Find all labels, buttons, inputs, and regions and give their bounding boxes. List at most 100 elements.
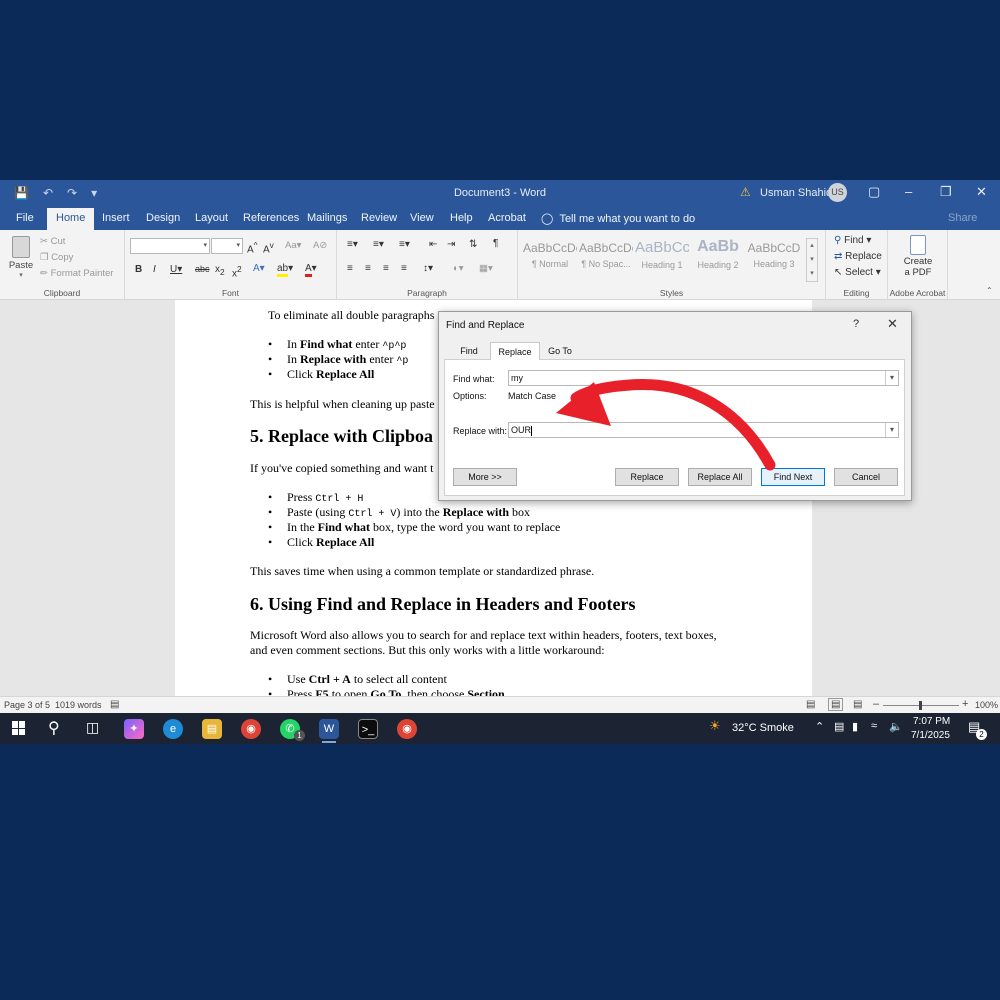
weather-text[interactable]: 32°C Smoke xyxy=(732,722,794,734)
dialog-tab-find[interactable]: Find xyxy=(454,342,484,360)
justify-icon[interactable]: ≡ xyxy=(401,263,407,274)
warning-icon[interactable]: ⚠ xyxy=(740,185,751,199)
subscript-icon[interactable]: x2 xyxy=(215,264,225,277)
sort-icon[interactable]: ⇅ xyxy=(469,239,477,250)
style-normal[interactable]: AaBbCcDc ¶ Normal xyxy=(523,238,577,282)
cut-button[interactable]: ✂ Cut xyxy=(40,236,65,247)
select-button[interactable]: ↖ Select ▾ xyxy=(834,267,881,278)
dialog-tab-goto[interactable]: Go To xyxy=(545,342,575,360)
paste-button[interactable]: Paste ▾ xyxy=(8,236,34,279)
show-marks-icon[interactable]: ¶ xyxy=(493,238,498,249)
align-right-icon[interactable]: ≡ xyxy=(383,263,389,274)
copilot-icon[interactable]: ✦ xyxy=(124,719,144,739)
change-case-icon[interactable]: Aa▾ xyxy=(285,240,301,251)
clock-date[interactable]: 7/1/2025 xyxy=(911,730,950,741)
task-view-icon[interactable]: ◫ xyxy=(86,719,99,736)
cancel-button[interactable]: Cancel xyxy=(834,468,898,486)
bold-icon[interactable]: B xyxy=(135,264,142,275)
underline-icon[interactable]: U▾ xyxy=(170,264,182,275)
tray-app-icon[interactable]: ▤ xyxy=(834,720,844,733)
shading-icon[interactable]: ◐▾ xyxy=(453,263,464,274)
minimize-icon[interactable]: – xyxy=(905,184,912,199)
clock-time[interactable]: 7:07 PM xyxy=(913,716,950,727)
file-explorer-icon[interactable]: ▤ xyxy=(202,719,222,739)
battery-icon[interactable]: ▮ xyxy=(852,720,858,733)
edge-icon[interactable]: e xyxy=(163,719,183,739)
decrease-indent-icon[interactable]: ⇤ xyxy=(429,239,437,250)
replace-button[interactable]: Replace xyxy=(615,468,679,486)
wifi-icon[interactable]: ≈ xyxy=(871,720,877,732)
tab-design[interactable]: Design xyxy=(146,212,180,224)
numbering-icon[interactable]: ≡▾ xyxy=(373,239,384,250)
increase-indent-icon[interactable]: ⇥ xyxy=(447,239,455,250)
create-pdf-button[interactable]: Create a PDF xyxy=(894,235,942,278)
tab-layout[interactable]: Layout xyxy=(195,212,228,224)
restore-icon[interactable]: ❐ xyxy=(940,184,952,200)
font-size-combo[interactable]: ▾ xyxy=(211,238,243,254)
show-hidden-icons[interactable]: ⌃ xyxy=(815,720,824,733)
read-mode-icon[interactable]: ▤ xyxy=(806,699,815,710)
tab-view[interactable]: View xyxy=(410,212,434,224)
find-button[interactable]: ⚲ Find ▾ xyxy=(834,235,871,246)
dialog-tab-replace[interactable]: Replace xyxy=(490,342,540,360)
zoom-slider[interactable] xyxy=(883,701,959,710)
strikethrough-icon[interactable]: abc xyxy=(195,264,210,274)
tab-insert[interactable]: Insert xyxy=(102,212,130,224)
chevron-down-icon[interactable]: ▾ xyxy=(885,423,898,437)
find-next-button[interactable]: Find Next xyxy=(761,468,825,486)
replace-with-input[interactable]: OUR ▾ xyxy=(508,422,899,438)
zoom-out-icon[interactable]: – xyxy=(873,698,879,710)
web-layout-icon[interactable]: ▤ xyxy=(853,699,862,710)
style-heading-3[interactable]: AaBbCcD Heading 3 xyxy=(747,238,801,282)
multilevel-list-icon[interactable]: ≡▾ xyxy=(399,239,410,250)
format-painter-button[interactable]: ✏ Format Painter xyxy=(40,268,113,279)
superscript-icon[interactable]: x2 xyxy=(232,264,242,279)
styles-scroll[interactable]: ▴ ▾ ▾ xyxy=(806,238,818,282)
chrome-icon[interactable]: ◉ xyxy=(241,719,261,739)
align-left-icon[interactable]: ≡ xyxy=(347,263,353,274)
close-icon[interactable]: ✕ xyxy=(887,316,898,332)
proofing-icon[interactable]: ▤ xyxy=(110,699,119,710)
highlight-icon[interactable]: ab▾ xyxy=(277,263,293,277)
word-icon[interactable]: W xyxy=(319,719,339,739)
align-center-icon[interactable]: ≡ xyxy=(365,263,371,274)
avatar[interactable]: US xyxy=(828,183,847,202)
find-what-input[interactable]: my ▾ xyxy=(508,370,899,386)
weather-icon[interactable]: ☀ xyxy=(709,718,721,734)
chevron-down-icon[interactable]: ▾ xyxy=(885,371,898,385)
tab-file[interactable]: File xyxy=(16,212,34,224)
vertical-scrollbar[interactable] xyxy=(988,300,1000,696)
collapse-ribbon-icon[interactable]: ⌃ xyxy=(986,286,993,295)
tab-references[interactable]: References xyxy=(243,212,299,224)
copy-button[interactable]: ❐ Copy xyxy=(40,252,73,263)
tab-home[interactable]: Home xyxy=(47,208,95,230)
tab-help[interactable]: Help xyxy=(450,212,473,224)
start-icon[interactable] xyxy=(12,721,26,735)
text-effects-icon[interactable]: A▾ xyxy=(253,263,265,274)
user-name[interactable]: Usman Shahid xyxy=(760,187,832,199)
borders-icon[interactable]: ▦▾ xyxy=(479,263,493,274)
volume-icon[interactable]: 🔈 xyxy=(889,720,903,733)
line-spacing-icon[interactable]: ↕▾ xyxy=(423,263,433,274)
replace-all-button[interactable]: Replace All xyxy=(688,468,752,486)
zoom-level[interactable]: 100% xyxy=(975,700,998,710)
more-button[interactable]: More >> xyxy=(453,468,517,486)
search-icon[interactable]: ⚲ xyxy=(48,718,60,738)
chrome-profile-icon[interactable]: ◉ xyxy=(397,719,417,739)
style-no-spacing[interactable]: AaBbCcDc ¶ No Spac... xyxy=(579,238,633,282)
shrink-font-icon[interactable]: Av xyxy=(263,240,274,255)
word-count[interactable]: 1019 words xyxy=(55,700,102,710)
close-icon[interactable]: ✕ xyxy=(976,184,987,200)
tell-me-search[interactable]: ◯ Tell me what you want to do xyxy=(541,212,695,225)
grow-font-icon[interactable]: A^ xyxy=(247,240,258,255)
share-button[interactable]: Share xyxy=(948,212,977,224)
help-button[interactable]: ? xyxy=(853,318,859,330)
clear-formatting-icon[interactable]: A⊘ xyxy=(313,240,327,251)
zoom-slider-thumb[interactable] xyxy=(919,701,922,710)
terminal-icon[interactable]: >_ xyxy=(358,719,378,739)
font-color-icon[interactable]: A▾ xyxy=(305,263,317,277)
print-layout-icon[interactable]: ▤ xyxy=(828,698,844,711)
style-heading-2[interactable]: AaBb Heading 2 xyxy=(691,238,745,282)
style-heading-1[interactable]: AaBbCc Heading 1 xyxy=(635,238,689,282)
page-count[interactable]: Page 3 of 5 xyxy=(4,700,50,710)
